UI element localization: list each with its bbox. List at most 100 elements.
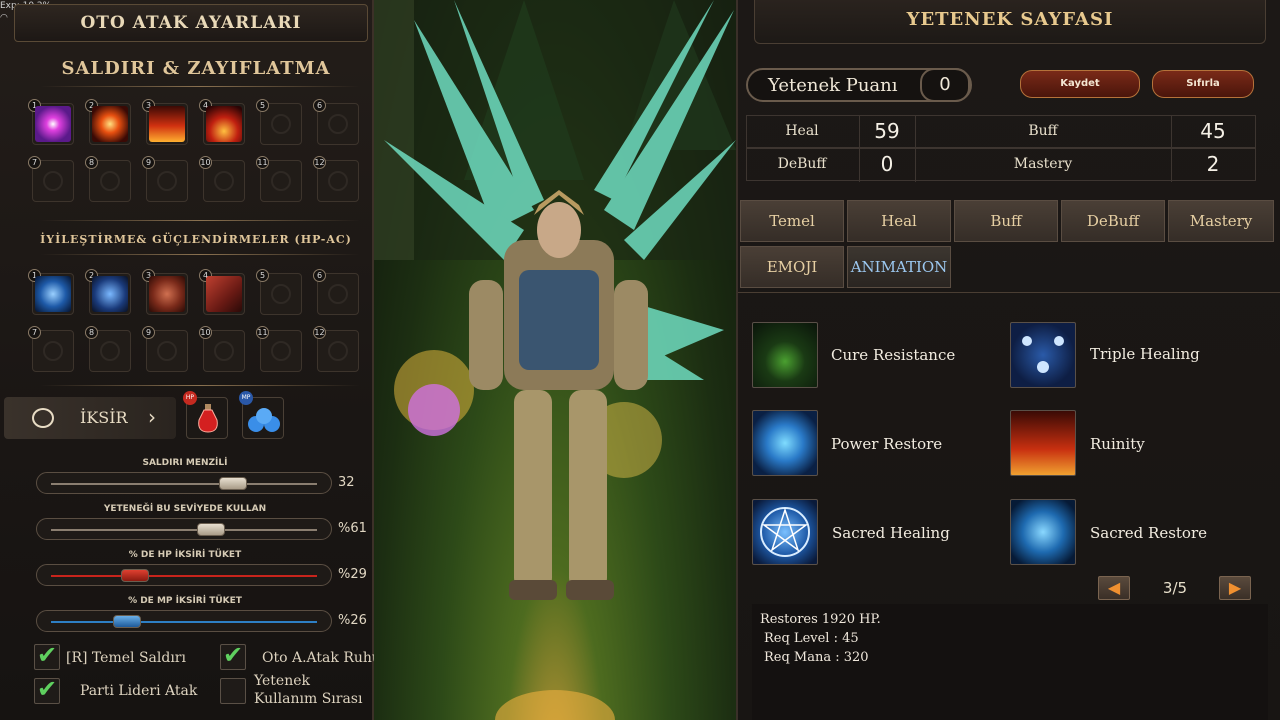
skill-slot[interactable]: 7 bbox=[28, 326, 74, 372]
skill-slot[interactable]: 7 bbox=[28, 156, 74, 202]
skill-slot[interactable]: 8 bbox=[85, 156, 131, 202]
range-slider[interactable] bbox=[36, 472, 332, 494]
hp-badge: HP bbox=[183, 391, 197, 405]
skill-slot[interactable]: 11 bbox=[256, 156, 302, 202]
skill-slot[interactable]: 5 bbox=[256, 99, 302, 145]
mp-potion-slot[interactable]: MP bbox=[239, 391, 284, 439]
slider-thumb[interactable] bbox=[197, 523, 226, 536]
skill-slot[interactable]: 1 bbox=[28, 99, 74, 145]
slot-number: 8 bbox=[85, 326, 98, 339]
slider-track bbox=[51, 621, 317, 623]
checkbox[interactable]: ✔ bbox=[34, 675, 60, 704]
prev-page-button[interactable]: ◀ bbox=[1098, 576, 1130, 600]
stats-row: Heal 59 Buff 45 bbox=[746, 115, 1256, 149]
tab-temel[interactable]: Temel bbox=[740, 200, 844, 242]
tab-emoji[interactable]: EMOJI bbox=[740, 246, 844, 288]
skill-slot[interactable]: 12 bbox=[313, 156, 359, 202]
pentagram-icon[interactable] bbox=[752, 499, 818, 565]
game-viewport[interactable] bbox=[374, 0, 736, 720]
skill-name: Sacred Restore bbox=[1090, 524, 1208, 542]
blue-potions-icon bbox=[247, 406, 281, 434]
empty-slot-icon bbox=[100, 341, 120, 361]
slider-value: %26 bbox=[338, 613, 367, 628]
skill-name: Cure Resistance bbox=[831, 346, 956, 364]
skill-slot[interactable]: 10 bbox=[199, 156, 245, 202]
empty-slot-icon bbox=[271, 341, 291, 361]
range-slider[interactable] bbox=[36, 564, 332, 586]
slot-number: 10 bbox=[199, 326, 212, 339]
slider-label: % DE MP İKSİRİ TÜKET bbox=[128, 596, 242, 606]
skill-slot[interactable]: 8 bbox=[85, 326, 131, 372]
hooded-figure-icon[interactable] bbox=[752, 322, 818, 388]
tab-debuff[interactable]: DeBuff bbox=[1061, 200, 1165, 242]
skill-slot[interactable]: 2 bbox=[85, 269, 131, 315]
blue-figure-icon[interactable] bbox=[752, 410, 818, 476]
page-indicator: 3/5 bbox=[1162, 579, 1188, 597]
warrior-face-icon bbox=[149, 276, 185, 312]
reset-button[interactable]: Sıfırla bbox=[1152, 70, 1254, 98]
skill-slot[interactable]: 10 bbox=[199, 326, 245, 372]
slider-thumb[interactable] bbox=[120, 569, 149, 582]
fire-burst-icon[interactable] bbox=[1010, 410, 1076, 476]
tab-mastery[interactable]: Mastery bbox=[1168, 200, 1274, 242]
tab-buff[interactable]: Buff bbox=[954, 200, 1058, 242]
skill-name: Ruinity bbox=[1090, 435, 1145, 453]
wifi-icon: ◠ bbox=[0, 13, 8, 23]
checkbox-label: Parti Lideri Atak bbox=[80, 683, 198, 699]
skill-slot[interactable]: 9 bbox=[142, 326, 188, 372]
potion-selector[interactable]: İKSİR › bbox=[4, 397, 176, 439]
empty-slot-icon bbox=[157, 171, 177, 191]
divider bbox=[40, 86, 360, 87]
empty-slot-icon bbox=[271, 284, 291, 304]
mp-badge: MP bbox=[239, 391, 253, 405]
skill-slot[interactable]: 5 bbox=[256, 269, 302, 315]
glowing-figure-icon[interactable] bbox=[1010, 499, 1076, 565]
slot-number: 6 bbox=[313, 99, 326, 112]
slider-label: SALDIRI MENZİLİ bbox=[142, 458, 228, 468]
next-page-button[interactable]: ▶ bbox=[1219, 576, 1251, 600]
range-slider[interactable] bbox=[36, 610, 332, 632]
slider-track bbox=[51, 575, 317, 577]
skill-slot[interactable]: 4 bbox=[199, 99, 245, 145]
stat-mastery-label: Mastery bbox=[1013, 156, 1073, 172]
skill-slot[interactable]: 9 bbox=[142, 156, 188, 202]
panel-title: YETENEK SAYFASI bbox=[754, 0, 1266, 44]
slot-number: 7 bbox=[28, 156, 41, 169]
skill-slot[interactable]: 4 bbox=[199, 269, 245, 315]
empty-slot-icon bbox=[328, 114, 348, 134]
skill-slot[interactable]: 3 bbox=[142, 269, 188, 315]
stat-heal-label: Heal bbox=[785, 123, 819, 139]
slot-number: 8 bbox=[85, 156, 98, 169]
empty-slot-icon bbox=[214, 341, 234, 361]
skill-slot[interactable]: 11 bbox=[256, 326, 302, 372]
empty-slot-icon bbox=[43, 341, 63, 361]
checkbox[interactable] bbox=[220, 678, 246, 704]
empty-slot-icon bbox=[100, 171, 120, 191]
description-line: Restores 1920 HP. bbox=[760, 612, 881, 627]
checkbox[interactable]: ✔ bbox=[34, 641, 60, 670]
slot-number: 12 bbox=[313, 326, 326, 339]
tab-heal[interactable]: Heal bbox=[847, 200, 951, 242]
skill-slot[interactable]: 3 bbox=[142, 99, 188, 145]
empty-slot-icon bbox=[43, 171, 63, 191]
slider-track bbox=[51, 483, 317, 485]
divider bbox=[40, 254, 360, 255]
save-button[interactable]: Kaydet bbox=[1020, 70, 1140, 98]
checkbox-label: Oto A.Atak Ruhu bbox=[262, 650, 374, 666]
purple-burst-icon bbox=[35, 106, 71, 142]
triple-star-icon[interactable] bbox=[1010, 322, 1076, 388]
auto-attack-panel: Exp: 10,2% ◠ OTO ATAK AYARLARI SALDIRI &… bbox=[0, 0, 374, 720]
checkmark-icon: ✔ bbox=[37, 641, 58, 669]
slider-thumb[interactable] bbox=[219, 477, 247, 490]
skill-slot[interactable]: 1 bbox=[28, 269, 74, 315]
skill-slot[interactable]: 2 bbox=[85, 99, 131, 145]
hp-potion-slot[interactable]: HP bbox=[183, 391, 228, 439]
checkbox[interactable]: ✔ bbox=[220, 641, 246, 670]
skill-slot[interactable]: 6 bbox=[313, 269, 359, 315]
panel-title: OTO ATAK AYARLARI bbox=[14, 4, 368, 42]
tab-animation[interactable]: ANIMATION bbox=[847, 246, 951, 288]
skill-slot[interactable]: 12 bbox=[313, 326, 359, 372]
slider-thumb[interactable] bbox=[113, 615, 142, 628]
range-slider[interactable] bbox=[36, 518, 332, 540]
skill-slot[interactable]: 6 bbox=[313, 99, 359, 145]
